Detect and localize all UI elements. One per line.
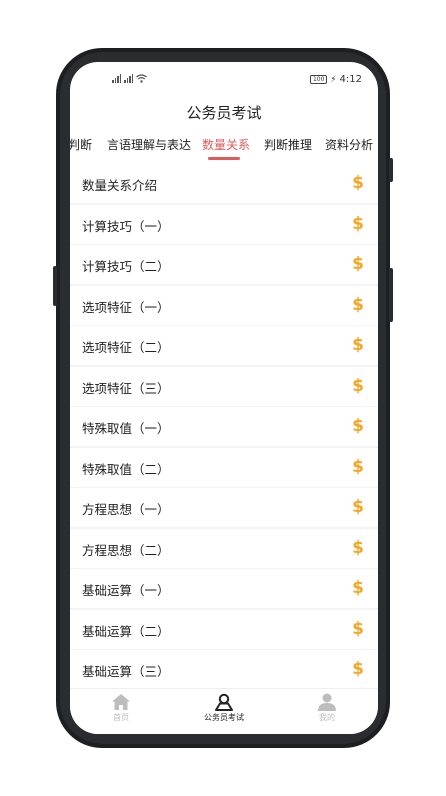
list-item[interactable]: 方程思想（二） $ [70, 528, 378, 568]
dollar-icon: $ [352, 294, 364, 315]
list-item[interactable]: 选项特征（一） $ [70, 285, 378, 325]
list-item-label: 选项特征（三） [82, 380, 170, 396]
home-icon [112, 694, 130, 710]
dollar-icon: $ [352, 618, 364, 639]
list-item[interactable]: 特殊取值（二） $ [70, 447, 378, 487]
list-item-label: 基础运算（三） [82, 664, 170, 679]
battery-icon: 100 [310, 75, 328, 84]
app-screen: 100 ⚡ 4:12 公务员考试 判断 言语理解与表达 数量关系 判断推理 资料… [70, 62, 378, 734]
signal-icon [124, 74, 133, 83]
list-item-label: 计算技巧（一） [82, 218, 170, 234]
list-item[interactable]: 基础运算（三） $ [70, 650, 378, 688]
list-item-label: 基础运算（二） [82, 623, 170, 639]
phone-power-button [389, 158, 393, 182]
dollar-icon: $ [352, 213, 364, 234]
dollar-icon: $ [352, 578, 364, 598]
list-item[interactable]: 计算技巧（一） $ [70, 204, 378, 244]
dollar-icon: $ [352, 537, 364, 558]
tab-data-analysis[interactable]: 资料分析 [325, 136, 373, 153]
list-item[interactable]: 方程思想（一） $ [70, 488, 378, 527]
list-item-label: 计算技巧（二） [82, 259, 170, 274]
active-tab-indicator [208, 157, 240, 160]
list-item[interactable]: 基础运算（二） $ [70, 609, 378, 649]
phone-side-button [53, 266, 57, 306]
status-signals [112, 74, 147, 83]
dollar-icon: $ [352, 254, 364, 274]
list-item-label: 方程思想（二） [82, 542, 170, 558]
list-item[interactable]: 选项特征（二） $ [70, 326, 378, 365]
tab-reasoning[interactable]: 判断推理 [264, 136, 312, 153]
nav-exam[interactable]: 公务员考试 [189, 693, 259, 723]
dollar-icon: $ [352, 497, 364, 517]
dollar-icon: $ [352, 375, 364, 396]
status-time: 4:12 [339, 74, 362, 85]
profile-icon [318, 693, 336, 711]
list-item-label: 基础运算（一） [82, 583, 170, 598]
tab-verbal[interactable]: 言语理解与表达 [107, 136, 191, 153]
signal-icon [112, 74, 121, 83]
nav-home-label: 首页 [113, 713, 129, 722]
status-bar: 100 ⚡ 4:12 [70, 62, 378, 98]
lesson-list: 数量关系介绍 $ 计算技巧（一） $ 计算技巧（二） $ 选项特征（一） $ 选… [70, 164, 378, 688]
list-item[interactable]: 特殊取值（一） $ [70, 407, 378, 446]
list-item-label: 选项特征（一） [82, 299, 170, 315]
status-right: 100 ⚡ 4:12 [310, 74, 362, 85]
category-tabs: 判断 言语理解与表达 数量关系 判断推理 资料分析 [70, 136, 378, 162]
list-item-label: 特殊取值（一） [82, 421, 170, 436]
list-item[interactable]: 计算技巧（二） $ [70, 245, 378, 284]
exam-icon [215, 693, 233, 711]
nav-exam-label: 公务员考试 [204, 713, 244, 722]
page-title: 公务员考试 [186, 104, 262, 122]
list-item-label: 方程思想（一） [82, 502, 170, 517]
nav-profile-label: 我的 [319, 713, 335, 722]
dollar-icon: $ [352, 659, 364, 679]
dollar-icon: $ [352, 173, 364, 193]
list-item[interactable]: 数量关系介绍 $ [70, 164, 378, 203]
charging-icon: ⚡ [330, 74, 337, 85]
tab-quantitative[interactable]: 数量关系 [202, 136, 250, 153]
wifi-icon [136, 74, 147, 83]
list-item[interactable]: 选项特征（三） $ [70, 366, 378, 406]
list-item-label: 选项特征（二） [82, 340, 170, 355]
dollar-icon: $ [352, 456, 364, 477]
bottom-nav: 首页 公务员考试 我的 [70, 688, 378, 734]
nav-home[interactable]: 首页 [86, 693, 156, 723]
nav-profile[interactable]: 我的 [292, 693, 362, 723]
list-item[interactable]: 基础运算（一） $ [70, 569, 378, 608]
tab-judgement[interactable]: 判断 [70, 136, 92, 153]
list-item-label: 特殊取值（二） [82, 461, 170, 477]
dollar-icon: $ [352, 335, 364, 355]
dollar-icon: $ [352, 416, 364, 436]
phone-volume-button [389, 268, 393, 322]
list-item-label: 数量关系介绍 [82, 178, 158, 193]
